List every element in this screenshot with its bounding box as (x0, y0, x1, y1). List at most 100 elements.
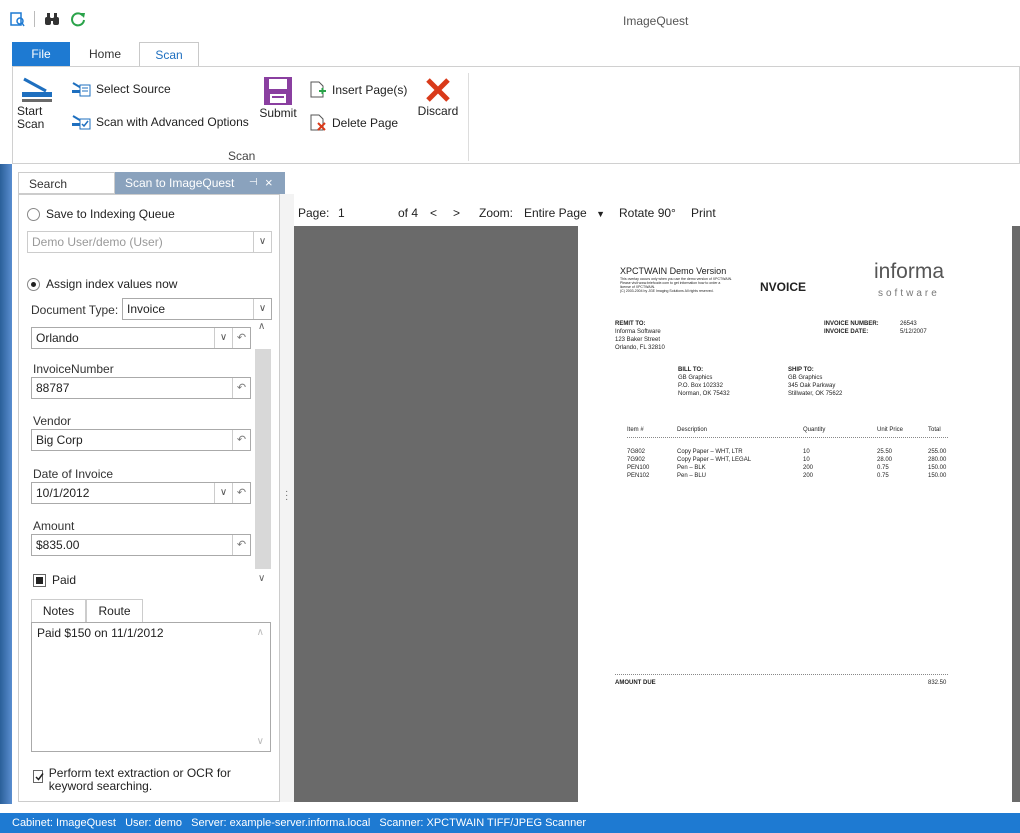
document-viewer[interactable]: XPCTWAIN Demo Version This overlay occur… (294, 226, 1020, 802)
ocr-checkbox[interactable] (33, 770, 44, 783)
row-total: 150.00 (928, 465, 947, 471)
select-source-label: Select Source (96, 82, 171, 96)
undo-icon[interactable]: ↶ (232, 430, 250, 450)
undo-icon[interactable]: ↶ (232, 378, 250, 398)
tab-route[interactable]: Route (86, 599, 143, 623)
chevron-down-icon[interactable]: ∨ (253, 299, 271, 319)
page-label: Page: (298, 206, 330, 220)
print-button[interactable]: Print (691, 206, 716, 220)
tab-scan[interactable]: Scan (139, 42, 199, 67)
tab-notes[interactable]: Notes (31, 599, 86, 623)
ship-to-label: SHIP TO: (788, 367, 814, 373)
discard-button[interactable]: Discard (415, 75, 461, 118)
vendor-field[interactable]: Big Corp ↶ (31, 429, 251, 451)
invoice-page: XPCTWAIN Demo Version This overlay occur… (578, 226, 1012, 802)
save-to-queue-radio[interactable] (27, 207, 40, 221)
ribbon-group-label: Scan (228, 149, 256, 163)
row-description: Copy Paper – WHT, LTR (677, 449, 743, 455)
status-bar: Cabinet: ImageQuest User: demo Server: e… (0, 813, 1020, 833)
invoice-date-label: INVOICE DATE: (824, 329, 869, 335)
rotate-button[interactable]: Rotate 90° (619, 206, 676, 220)
select-source-button[interactable]: Select Source (71, 81, 171, 97)
field-label: Amount (33, 519, 75, 533)
tab-file[interactable]: File (12, 42, 70, 66)
caret-down-icon[interactable]: ▼ (596, 209, 605, 219)
save-to-queue-option[interactable]: Save to Indexing Queue (27, 207, 175, 221)
tab-scan-to-imagequest[interactable]: Scan to ImageQuest ⊣ × (115, 172, 285, 194)
queue-user-select[interactable]: Demo User/demo (User) ∨ (27, 231, 272, 253)
paid-checkbox[interactable] (33, 573, 46, 587)
chevron-down-icon[interactable]: ∨ (214, 483, 232, 503)
discard-x-icon (426, 78, 450, 102)
save-disk-icon (264, 77, 292, 105)
scan-document-icon[interactable] (8, 10, 26, 28)
remit-city: Orlando, FL 32810 (615, 345, 665, 351)
fields-scrollbar[interactable]: ∧ ∨ (255, 321, 271, 587)
refresh-icon[interactable] (69, 10, 87, 28)
pin-icon[interactable]: ⊣ (249, 172, 258, 194)
undo-icon[interactable]: ↶ (232, 535, 250, 555)
close-tab-icon[interactable]: × (265, 172, 273, 194)
undo-icon[interactable]: ↶ (232, 483, 250, 503)
row-total: 280.00 (928, 457, 947, 463)
insert-pages-label: Insert Page(s) (332, 83, 408, 97)
chevron-down-icon[interactable]: ∨ (253, 232, 271, 252)
invoice-number-field[interactable]: 88787 ↶ (31, 377, 251, 399)
date-of-invoice-field[interactable]: 10/1/2012 ∨ ↶ (31, 482, 251, 504)
splitter-grip-icon[interactable]: · · · (285, 487, 288, 505)
city-select[interactable]: Orlando ∨ ↶ (31, 327, 251, 349)
scroll-up-icon[interactable]: ∧ (257, 627, 264, 638)
paid-option[interactable]: Paid (33, 573, 76, 587)
viewer-toolbar: Page: 1 of 4 < > Zoom: Entire Page ▼ Rot… (294, 202, 1020, 224)
scan-advanced-button[interactable]: Scan with Advanced Options (71, 114, 249, 130)
scrollbar-thumb[interactable] (255, 349, 271, 569)
remit-name: Informa Software (615, 329, 661, 335)
demo-line: (C) 2003-2004 by JGE Imaging Solutions A… (620, 289, 714, 293)
zoom-select[interactable]: Entire Page ▼ (524, 206, 605, 220)
scan-options-panel: Save to Indexing Queue Demo User/demo (U… (18, 194, 280, 802)
ship-to-city: Stillwater, OK 75622 (788, 391, 843, 397)
chevron-down-icon[interactable]: ∨ (214, 328, 232, 348)
row-quantity: 200 (803, 473, 814, 479)
start-scan-label: Start Scan (17, 104, 45, 131)
tab-search[interactable]: Search (18, 172, 115, 194)
insert-page-icon (310, 81, 326, 98)
tab-home[interactable]: Home (84, 42, 126, 66)
panel-splitter[interactable]: · · · (280, 194, 294, 802)
row-price: 28.00 (877, 457, 893, 463)
scroll-up-icon[interactable]: ∧ (258, 321, 265, 332)
submit-button[interactable]: Submit (257, 75, 299, 120)
invoice-number-value: 88787 (36, 381, 70, 395)
quick-access-toolbar (8, 10, 87, 28)
row-total: 150.00 (928, 473, 947, 479)
zoom-label: Zoom: (479, 206, 514, 220)
col-unit-price: Unit Price (877, 427, 904, 433)
row-description: Pen – BLU (677, 473, 707, 479)
amount-field[interactable]: $835.00 ↶ (31, 534, 251, 556)
tab-scan-to-label: Scan to ImageQuest (125, 176, 235, 190)
select-source-icon (72, 82, 91, 97)
ocr-option[interactable]: Perform text extraction or OCR for keywo… (33, 767, 253, 793)
insert-pages-button[interactable]: Insert Page(s) (309, 81, 407, 99)
page-input[interactable]: 1 (336, 204, 388, 222)
doc-type-select[interactable]: Invoice ∨ (122, 298, 272, 320)
city-value: Orlando (36, 331, 79, 345)
prev-page-button[interactable]: < (430, 206, 437, 220)
row-price: 0.75 (877, 473, 889, 479)
undo-icon[interactable]: ↶ (232, 328, 250, 348)
next-page-button[interactable]: > (453, 206, 460, 220)
brand-logo-text: informa (874, 260, 945, 283)
ribbon-separator (468, 73, 469, 161)
assign-now-radio[interactable] (27, 277, 40, 291)
binoculars-icon[interactable] (43, 10, 61, 28)
demo-title: XPCTWAIN Demo Version (620, 266, 727, 276)
scroll-down-icon[interactable]: ∨ (258, 573, 265, 584)
bill-to-city: Norman, OK 75432 (678, 391, 730, 397)
assign-now-option[interactable]: Assign index values now (27, 277, 177, 291)
scan-advanced-label: Scan with Advanced Options (96, 115, 249, 129)
start-scan-button[interactable]: Start Scan (17, 75, 57, 131)
row-description: Pen – BLK (677, 465, 706, 471)
delete-page-button[interactable]: Delete Page (309, 114, 398, 132)
scroll-down-icon[interactable]: ∨ (257, 736, 264, 747)
notes-textarea[interactable]: Paid $150 on 11/1/2012 ∧ ∨ (31, 622, 271, 752)
